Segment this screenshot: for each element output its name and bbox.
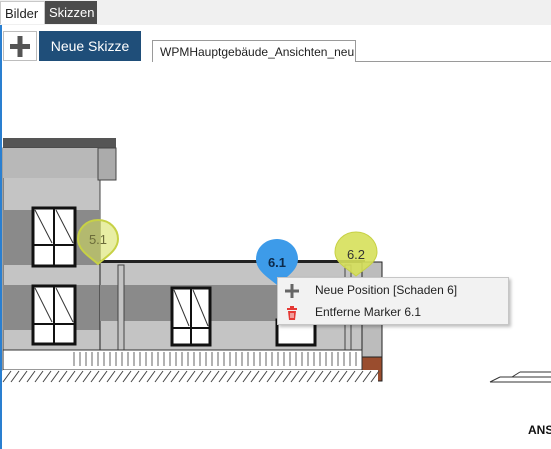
tab-bilder[interactable]: Bilder	[0, 1, 45, 24]
window	[170, 286, 212, 347]
marker-label: 6.2	[346, 247, 366, 262]
ground-right	[489, 371, 551, 383]
marker-label: 6.1	[267, 255, 287, 270]
marker-5-1[interactable]: 5.1	[76, 218, 120, 266]
context-menu: Neue Position [Schaden 6] Entferne Marke…	[277, 277, 509, 325]
marker-label: 5.1	[88, 232, 108, 247]
menu-item-label: Entferne Marker 6.1	[315, 305, 422, 319]
menu-item-label: Neue Position [Schaden 6]	[315, 283, 458, 297]
document-tab[interactable]: WPMHauptgebäude_Ansichten_neu	[152, 40, 356, 62]
marker-6-2[interactable]: 6.2	[333, 231, 379, 277]
top-tab-bar: Bilder Skizzen	[0, 0, 551, 26]
new-sketch-button[interactable]: Neue Skizze	[39, 31, 141, 61]
trash-icon	[287, 306, 297, 320]
menu-item-new-position[interactable]: Neue Position [Schaden 6]	[278, 280, 508, 302]
plus-icon	[285, 284, 299, 298]
window	[31, 284, 77, 346]
window	[31, 206, 77, 268]
tab-skizzen[interactable]: Skizzen	[45, 1, 97, 24]
plus-icon	[10, 36, 30, 57]
menu-item-remove-marker[interactable]: Entferne Marker 6.1	[278, 302, 508, 324]
add-button[interactable]	[3, 31, 37, 61]
corner-text: ANS	[528, 423, 551, 437]
